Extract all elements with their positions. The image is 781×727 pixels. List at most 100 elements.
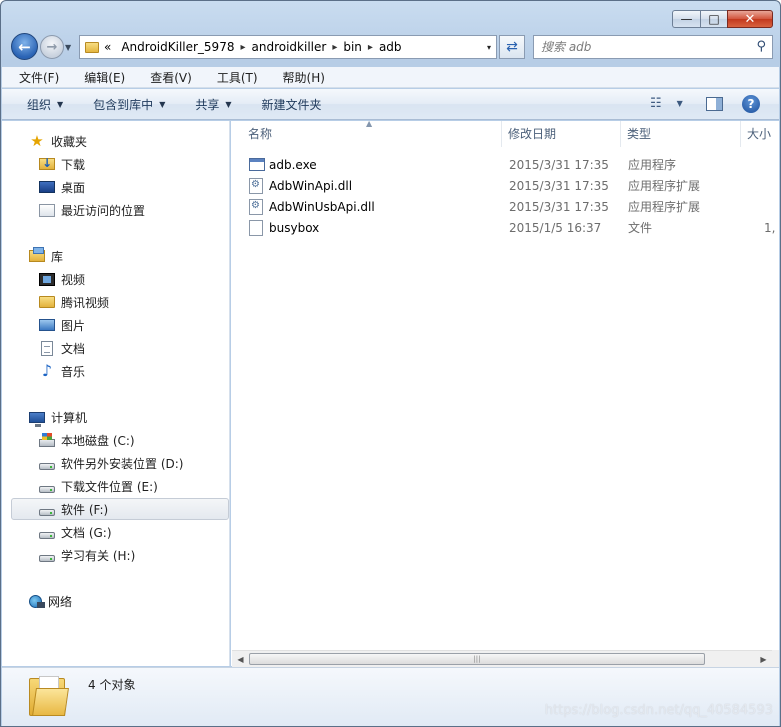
minimize-button[interactable]: — — [672, 10, 700, 28]
breadcrumb-segment[interactable]: adb — [374, 40, 407, 54]
forward-button[interactable]: → — [40, 35, 64, 59]
nav-tencent-video[interactable]: 腾讯视频 — [2, 291, 229, 313]
organize-button[interactable]: 组织 ▼ — [27, 96, 63, 113]
network-icon — [29, 594, 45, 608]
nav-drive-g[interactable]: 文档 (G:) — [2, 521, 229, 543]
share-button[interactable]: 共享 ▼ — [195, 96, 231, 113]
menu-view[interactable]: 查看(V) — [133, 69, 200, 86]
breadcrumb-separator-icon[interactable]: ▸ — [331, 42, 338, 53]
library-icon — [29, 247, 45, 262]
nav-drive-f[interactable]: 软件 (F:) — [11, 498, 229, 520]
video-icon — [39, 272, 55, 286]
column-date-modified[interactable]: 修改日期 — [502, 121, 621, 147]
menu-help[interactable]: 帮助(H) — [266, 69, 333, 86]
breadcrumb-segment[interactable]: AndroidKiller_5978 — [116, 40, 239, 54]
nav-computer[interactable]: 计算机 — [2, 406, 229, 428]
search-input[interactable] — [534, 36, 744, 58]
nav-documents[interactable]: 文档 — [2, 337, 229, 359]
file-row[interactable]: AdbWinUsbApi.dll 2015/3/31 17:35 应用程序扩展 — [242, 196, 772, 217]
nav-label: 下载 — [61, 157, 86, 172]
nav-desktop[interactable]: 桌面 — [2, 176, 229, 198]
menu-edit[interactable]: 编辑(E) — [67, 69, 133, 86]
nav-label: 视频 — [61, 272, 86, 287]
search-icon[interactable]: ⚲ — [756, 39, 766, 54]
file-name: AdbWinUsbApi.dll — [269, 199, 375, 214]
nav-drive-c[interactable]: 本地磁盘 (C:) — [2, 429, 229, 451]
back-button[interactable]: ← — [11, 33, 38, 60]
column-type[interactable]: 类型 — [621, 121, 741, 147]
view-list-icon: ☷ — [650, 96, 662, 111]
breadcrumb-segment[interactable]: bin — [338, 40, 367, 54]
column-size[interactable]: 大小 — [741, 121, 779, 147]
system-drive-icon — [39, 432, 55, 447]
address-bar[interactable]: « AndroidKiller_5978 ▸ androidkiller ▸ b… — [79, 35, 497, 59]
new-folder-button[interactable]: 新建文件夹 — [262, 96, 322, 113]
hard-drive-icon — [39, 508, 55, 516]
nav-label: 桌面 — [61, 180, 86, 195]
item-count: 4 个对象 — [88, 678, 136, 692]
breadcrumb-segment[interactable]: androidkiller — [247, 40, 332, 54]
menu-tools[interactable]: 工具(T) — [200, 69, 266, 86]
menu-file[interactable]: 文件(F) — [2, 69, 67, 86]
star-icon: ★ — [30, 132, 44, 150]
folder-icon — [85, 41, 99, 53]
menu-bar: 文件(F) 编辑(E) 查看(V) 工具(T) 帮助(H) — [2, 67, 779, 88]
scrollbar-thumb[interactable]: ||| — [249, 653, 705, 665]
navigation-pane: ★ 收藏夹 下载 桌面 最近访问的位置 库 视频 腾讯视频 图片 — [2, 121, 230, 666]
nav-downloads[interactable]: 下载 — [2, 153, 229, 175]
include-in-library-button[interactable]: 包含到库中 ▼ — [93, 96, 165, 113]
scroll-left-icon[interactable]: ◀ — [232, 651, 249, 667]
picture-icon — [39, 319, 55, 331]
recent-pages-dropdown[interactable]: ▼ — [65, 43, 71, 52]
file-row[interactable]: AdbWinApi.dll 2015/3/31 17:35 应用程序扩展 — [242, 175, 772, 196]
nav-label: 网络 — [48, 594, 73, 609]
scroll-right-icon[interactable]: ▶ — [755, 651, 772, 667]
hard-drive-icon — [39, 554, 55, 562]
nav-libraries[interactable]: 库 — [2, 245, 229, 267]
address-dropdown-icon[interactable]: ▾ — [482, 43, 496, 52]
computer-icon — [29, 411, 45, 427]
nav-label: 音乐 — [61, 364, 86, 379]
file-row[interactable]: adb.exe 2015/3/31 17:35 应用程序 — [242, 154, 772, 175]
address-history-chevron[interactable]: « — [99, 40, 116, 54]
file-name: busybox — [269, 220, 320, 235]
preview-pane-button[interactable] — [706, 97, 723, 111]
nav-network[interactable]: 网络 — [2, 590, 229, 612]
nav-pictures[interactable]: 图片 — [2, 314, 229, 336]
file-modified: 2015/3/31 17:35 — [509, 178, 609, 193]
organize-label: 组织 — [27, 97, 52, 112]
close-button[interactable]: ✕ — [727, 10, 773, 28]
nav-music[interactable]: ♪ 音乐 — [2, 360, 229, 382]
help-button[interactable]: ? — [742, 95, 760, 113]
dll-file-icon — [249, 199, 263, 215]
file-modified: 2015/1/5 16:37 — [509, 220, 602, 235]
nav-label: 最近访问的位置 — [61, 203, 146, 218]
include-in-library-label: 包含到库中 — [93, 97, 154, 112]
file-row[interactable]: busybox 2015/1/5 16:37 文件 1, — [242, 217, 775, 238]
dll-file-icon — [249, 178, 263, 194]
nav-drive-d[interactable]: 软件另外安装位置 (D:) — [2, 452, 229, 474]
nav-drive-h[interactable]: 学习有关 (H:) — [2, 544, 229, 566]
breadcrumb-separator-icon[interactable]: ▸ — [239, 42, 246, 53]
nav-label: 文档 (G:) — [61, 525, 112, 540]
file-modified: 2015/3/31 17:35 — [509, 199, 609, 214]
refresh-button[interactable]: ⇄ — [499, 35, 525, 59]
nav-favorites[interactable]: ★ 收藏夹 — [2, 130, 229, 152]
chevron-down-icon: ▼ — [159, 99, 166, 109]
column-name[interactable]: 名称 — [242, 121, 502, 147]
nav-videos[interactable]: 视频 — [2, 268, 229, 290]
change-view-button[interactable]: ☷ ▼ — [650, 96, 683, 111]
nav-drive-e[interactable]: 下载文件位置 (E:) — [2, 475, 229, 497]
scroll-corner — [772, 650, 779, 667]
arrow-right-icon: → — [46, 39, 58, 55]
chevron-down-icon: ▼ — [225, 99, 232, 109]
nav-recent-places[interactable]: 最近访问的位置 — [2, 199, 229, 221]
maximize-button[interactable]: □ — [700, 10, 727, 28]
file-name: adb.exe — [269, 157, 317, 172]
horizontal-scrollbar[interactable]: ◀ ||| ▶ — [232, 650, 772, 667]
refresh-icon: ⇄ — [506, 39, 518, 55]
breadcrumb-separator-icon[interactable]: ▸ — [367, 42, 374, 53]
watermark: https://blog.csdn.net/qq_40584593 — [544, 703, 773, 718]
chevron-down-icon: ▼ — [65, 43, 72, 52]
search-box[interactable]: ⚲ — [533, 35, 773, 59]
